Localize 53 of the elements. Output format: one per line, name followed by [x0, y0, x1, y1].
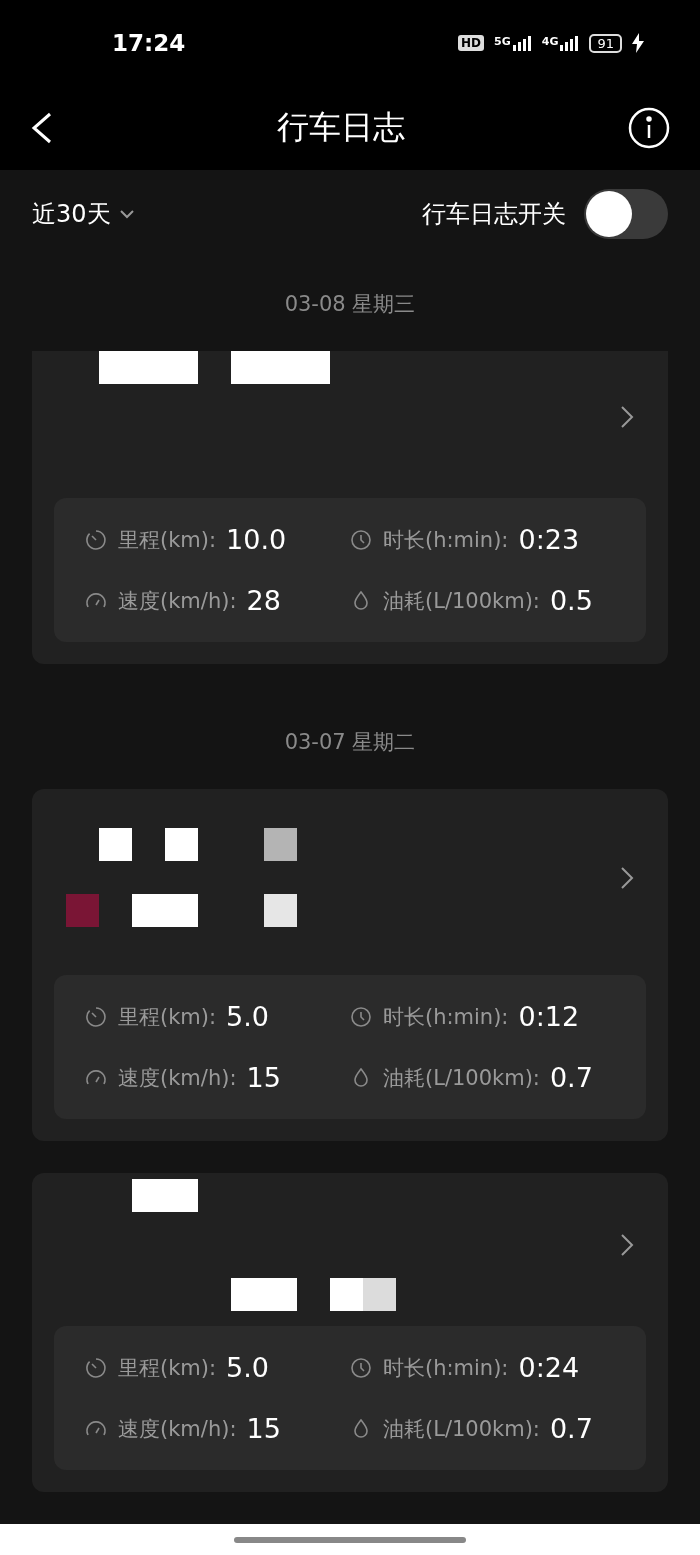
signal-icon — [560, 35, 580, 52]
stat-value: 0.7 — [549, 1062, 593, 1094]
stat-label: 里程(km): — [118, 1354, 217, 1382]
back-button[interactable] — [30, 111, 54, 146]
clock-icon — [349, 1004, 373, 1029]
switch-label: 行车日志开关 — [422, 199, 566, 231]
stat-value: 0.5 — [549, 585, 593, 617]
stat-label: 速度(km/h): — [118, 1064, 237, 1092]
clock-icon — [349, 1355, 373, 1380]
trip-card[interactable]: 里程(km): 10.0 时长(h:min): 0:23 速度(km/h): 28 油耗(L/100km): 0.5 — [32, 351, 668, 665]
range-dropdown[interactable]: 近30天 — [32, 198, 135, 231]
info-button[interactable] — [628, 107, 670, 150]
stat-label: 速度(km/h): — [118, 587, 237, 615]
log-toggle[interactable] — [584, 189, 668, 240]
stat-label: 油耗(L/100km): — [383, 1415, 540, 1443]
stat-value: 0:23 — [518, 524, 580, 556]
timer-icon — [84, 527, 108, 552]
stat-value: 5.0 — [226, 1001, 270, 1033]
stat-label: 油耗(L/100km): — [383, 1064, 540, 1092]
chevron-right-icon — [620, 405, 634, 430]
stat-value: 0.7 — [549, 1413, 593, 1445]
stat-label: 里程(km): — [118, 1003, 217, 1031]
status-time: 17:24 — [112, 30, 186, 57]
page-title: 行车日志 — [277, 107, 405, 149]
stat-value: 28 — [246, 585, 281, 617]
hd-badge: HD — [458, 35, 485, 52]
stat-value: 5.0 — [226, 1352, 270, 1384]
stat-value: 0:24 — [518, 1352, 580, 1384]
stat-label: 时长(h:min): — [383, 1003, 509, 1031]
stat-label: 速度(km/h): — [118, 1415, 237, 1443]
date-heading: 03-08 星期三 — [283, 291, 417, 319]
timer-icon — [84, 1004, 108, 1029]
stat-label: 时长(h:min): — [383, 526, 509, 554]
home-indicator[interactable] — [234, 1536, 466, 1543]
stat-label: 里程(km): — [118, 526, 217, 554]
timer-icon — [84, 1355, 108, 1380]
stat-value: 15 — [246, 1413, 281, 1445]
stat-value: 0:12 — [518, 1001, 580, 1033]
chevron-right-icon — [620, 865, 634, 890]
stat-value: 10.0 — [226, 524, 287, 556]
network-label: 5G — [494, 35, 511, 49]
stat-label: 油耗(L/100km): — [383, 587, 540, 615]
chevron-right-icon — [620, 1233, 634, 1258]
clock-icon — [349, 527, 373, 552]
network-label: 4G — [541, 35, 559, 49]
caret-icon — [118, 209, 135, 220]
battery-level: 91 — [589, 33, 622, 53]
date-heading: 03-07 星期二 — [283, 729, 417, 757]
trip-card[interactable]: 里程(km): 5.0 时长(h:min): 0:24 速度(km/h): 15 油耗(L/100km): 0.7 — [32, 1173, 668, 1493]
trip-card[interactable]: 里程(km): 5.0 时长(h:min): 0:12 速度(km/h): 15 油耗(L/100km): 0.7 — [32, 789, 668, 1142]
signal-icon — [512, 35, 532, 52]
stat-label: 时长(h:min): — [383, 1354, 509, 1382]
stat-value: 15 — [246, 1062, 281, 1094]
